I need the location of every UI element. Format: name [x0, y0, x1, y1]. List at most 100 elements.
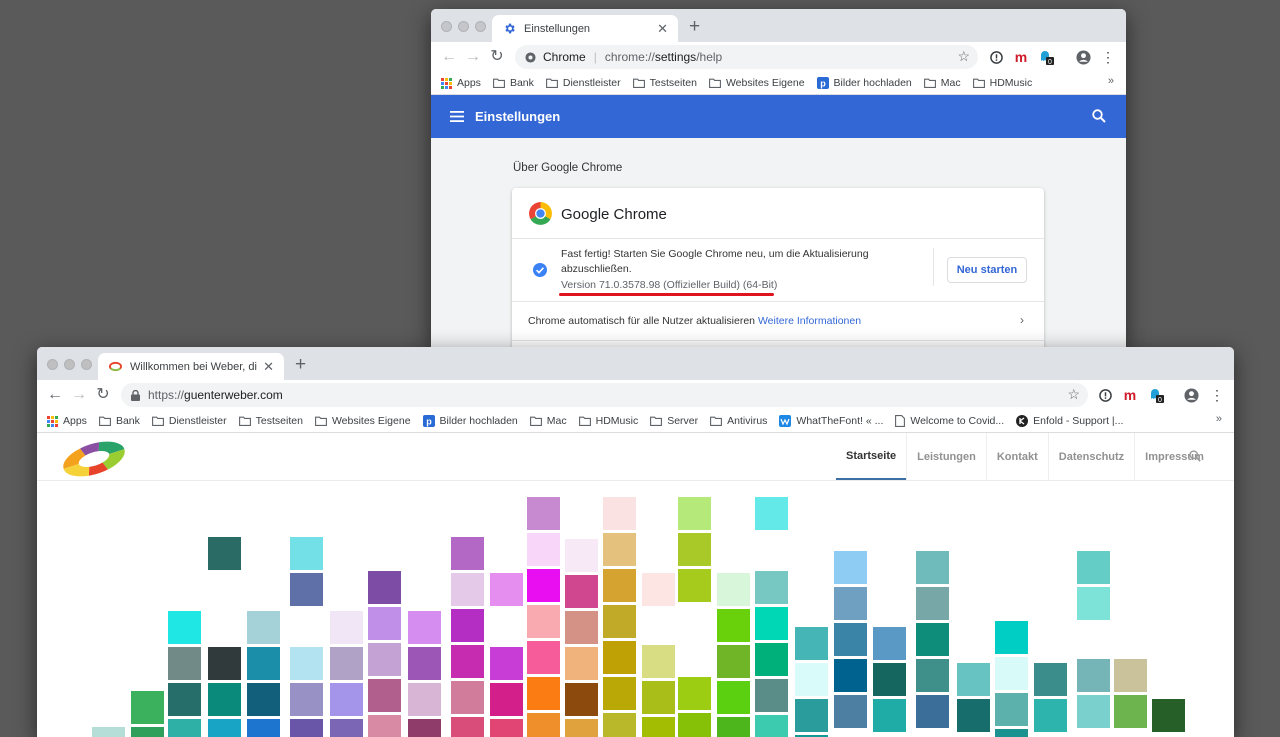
back-button[interactable]: ←: [439, 47, 459, 67]
tab-settings[interactable]: Einstellungen ✕: [492, 15, 678, 42]
mosaic-tile: [717, 573, 750, 606]
mosaic-tile: [916, 623, 949, 656]
site-search-icon[interactable]: [1189, 450, 1201, 465]
mosaic-tile: [603, 605, 636, 638]
close-tab-icon[interactable]: ✕: [263, 359, 274, 375]
bookmark-bank[interactable]: Bank: [492, 77, 534, 89]
chevron-right-icon[interactable]: ›: [1020, 313, 1024, 327]
zoom-window-button[interactable]: [475, 21, 486, 32]
folder-icon: [492, 78, 505, 88]
ghostery-extension-icon[interactable]: 0: [1037, 48, 1055, 66]
mosaic-tile: [603, 533, 636, 566]
mosaic-tile: [247, 719, 280, 737]
bookmarks-overflow-icon[interactable]: »: [1216, 413, 1222, 425]
new-tab-button[interactable]: +: [295, 355, 306, 375]
folder-icon: [632, 78, 645, 88]
menu-kebab-icon[interactable]: ⋮: [1099, 48, 1117, 66]
menu-item-leistungen[interactable]: Leistungen: [906, 433, 986, 480]
mosaic-tile: [642, 681, 675, 714]
bookmark-apps[interactable]: Apps: [47, 415, 87, 427]
bookmark-dienstleister[interactable]: Dienstleister: [545, 77, 621, 89]
auto-update-row[interactable]: Chrome automatisch für alle Nutzer aktua…: [528, 315, 861, 327]
bookmark-enfold-support[interactable]: Enfold - Support |...: [1016, 415, 1123, 427]
mosaic-tile: [957, 699, 990, 732]
close-window-button[interactable]: [47, 359, 58, 370]
bookmark-server[interactable]: Server: [650, 415, 698, 427]
bookmark-testseiten[interactable]: Testseiten: [632, 77, 697, 89]
new-tab-button[interactable]: +: [689, 17, 700, 37]
apps-icon: [441, 77, 452, 89]
m-extension-icon[interactable]: m: [1121, 386, 1139, 404]
bookmark-apps[interactable]: Apps: [441, 77, 481, 89]
info-extension-icon[interactable]: [987, 48, 1005, 66]
bookmark-label: Bilder hochladen: [439, 415, 518, 427]
mosaic-tile: [565, 539, 598, 572]
restart-button[interactable]: Neu starten: [947, 257, 1027, 283]
chrome-logo-icon: [525, 51, 536, 63]
bookmark-dienstleister[interactable]: Dienstleister: [151, 415, 227, 427]
info-extension-icon[interactable]: [1096, 386, 1114, 404]
hamburger-menu-icon[interactable]: [450, 111, 464, 122]
menu-item-startseite[interactable]: Startseite: [836, 433, 907, 480]
bookmark-mac[interactable]: Mac: [529, 415, 567, 427]
mosaic-tile: [678, 533, 711, 566]
tab-website[interactable]: Willkommen bei Weber, digitale ✕: [98, 353, 284, 380]
bookmark-label: Websites Eigene: [331, 415, 411, 427]
mosaic-tile: [834, 551, 867, 584]
forward-button[interactable]: →: [463, 47, 483, 67]
mosaic-tile: [795, 699, 828, 732]
menu-item-impressum[interactable]: Impressum: [1134, 433, 1214, 480]
mosaic-tile: [642, 645, 675, 678]
more-info-link[interactable]: Weitere Informationen: [758, 315, 861, 327]
bookmark-websites-eigene[interactable]: Websites Eigene: [314, 415, 411, 427]
menu-item-kontakt[interactable]: Kontakt: [985, 433, 1048, 480]
reload-button[interactable]: ↻: [93, 385, 113, 405]
forward-button[interactable]: →: [69, 385, 89, 405]
bookmark-star-icon[interactable]: ☆: [957, 48, 970, 65]
bookmark-bilder-hochladen[interactable]: p Bilder hochladen: [816, 77, 912, 89]
bookmarks-overflow-icon[interactable]: »: [1108, 75, 1114, 87]
bookmark-welcome-to-covid[interactable]: Welcome to Covid...: [895, 415, 1004, 427]
reload-button[interactable]: ↻: [487, 47, 507, 67]
profile-avatar-icon[interactable]: [1182, 386, 1200, 404]
bookmark-antivirus[interactable]: Antivirus: [710, 415, 767, 427]
mosaic-tile: [290, 537, 323, 570]
menu-item-datenschutz[interactable]: Datenschutz: [1047, 433, 1134, 480]
mosaic-tile: [330, 683, 363, 716]
bookmark-bilder-hochladen[interactable]: p Bilder hochladen: [422, 415, 518, 427]
settings-search-icon[interactable]: [1092, 109, 1106, 123]
bookmark-bank[interactable]: Bank: [98, 415, 140, 427]
mosaic-tile: [795, 663, 828, 696]
minimize-window-button[interactable]: [458, 21, 469, 32]
window-controls: [441, 21, 486, 32]
mosaic-tile: [603, 713, 636, 737]
bookmark-mac[interactable]: Mac: [923, 77, 961, 89]
profile-avatar-icon[interactable]: [1074, 48, 1092, 66]
ghostery-extension-icon[interactable]: 0: [1147, 386, 1165, 404]
bookmark-hdmusic[interactable]: HDMusic: [578, 415, 638, 427]
address-bar[interactable]: Chrome | chrome:// settings /help ☆: [515, 45, 978, 69]
back-button[interactable]: ←: [45, 385, 65, 405]
address-bar[interactable]: https:// guenterweber.com ☆: [121, 383, 1088, 407]
zoom-window-button[interactable]: [81, 359, 92, 370]
mosaic-tile: [1077, 659, 1110, 692]
close-tab-icon[interactable]: ✕: [657, 21, 668, 37]
bookmark-websites-eigene[interactable]: Websites Eigene: [708, 77, 805, 89]
close-window-button[interactable]: [441, 21, 452, 32]
bookmark-star-icon[interactable]: ☆: [1067, 386, 1080, 403]
m-extension-icon[interactable]: m: [1012, 48, 1030, 66]
bookmark-testseiten[interactable]: Testseiten: [238, 415, 303, 427]
mosaic-tile: [168, 647, 201, 680]
weber-logo[interactable]: [59, 437, 129, 484]
bookmark-whatthefont[interactable]: WhatTheFont! « ...: [779, 415, 883, 427]
about-card: Google Chrome Fast fertig! Starten Sie G…: [512, 188, 1044, 349]
bookmark-hdmusic[interactable]: HDMusic: [972, 77, 1032, 89]
mosaic-tile: [755, 715, 788, 737]
bookmark-label: Websites Eigene: [725, 77, 805, 89]
window-controls: [47, 359, 92, 370]
main-menu: Startseite Leistungen Kontakt Datenschutz Im…: [836, 433, 1214, 480]
minimize-window-button[interactable]: [64, 359, 75, 370]
mosaic-tile: [451, 681, 484, 714]
menu-kebab-icon[interactable]: ⋮: [1208, 386, 1226, 404]
mosaic-tile: [916, 695, 949, 728]
